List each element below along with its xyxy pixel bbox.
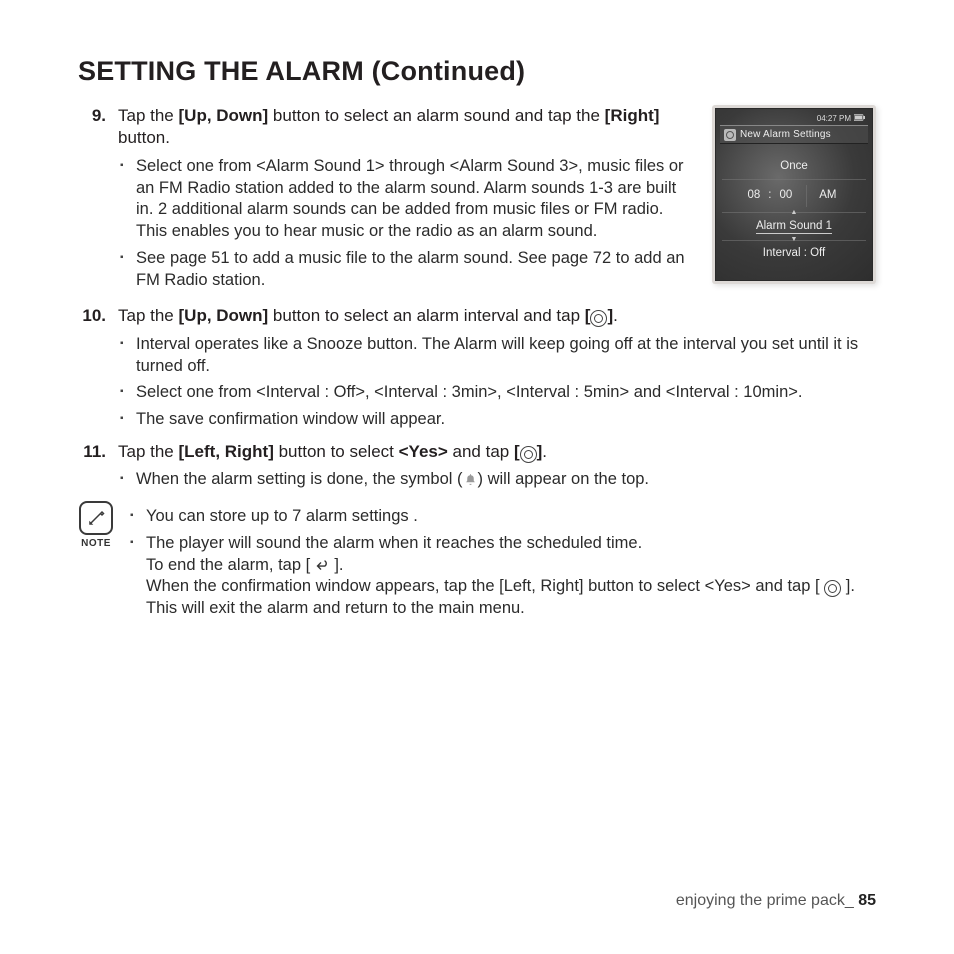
step-lead: Tap the [Up, Down] button to select an a… [118, 305, 876, 327]
page-title: SETTING THE ALARM (Continued) [78, 56, 876, 87]
step-lead: Tap the [Left, Right] button to select <… [118, 441, 876, 463]
select-button-icon [520, 446, 537, 463]
note-bullet: The player will sound the alarm when it … [128, 533, 876, 620]
step-9: 9. Tap the [Up, Down] button to select a… [78, 105, 876, 301]
step-bullet: Interval operates like a Snooze button. … [118, 334, 876, 378]
device-ampm: AM [806, 185, 848, 206]
step-lead: Tap the [Up, Down] button to select an a… [118, 106, 659, 147]
step-bullet: Select one from <Interval : Off>, <Inter… [118, 382, 876, 404]
step-bullet: See page 51 to add a music file to the a… [118, 248, 694, 292]
bell-icon [463, 472, 478, 487]
select-button-icon [590, 310, 607, 327]
device-screenshot: 04:27 PM New Alarm Settings Once [712, 105, 876, 284]
step-bullet: Select one from <Alarm Sound 1> through … [118, 156, 694, 243]
alarm-clock-icon [724, 129, 736, 141]
step-11: 11. Tap the [Left, Right] button to sele… [78, 441, 876, 491]
device-status-time: 04:27 PM [817, 114, 851, 125]
note-bullet: You can store up to 7 alarm settings . [128, 506, 876, 528]
note-block: NOTE You can store up to 7 alarm setting… [78, 501, 876, 630]
step-number: 10. [78, 305, 106, 327]
select-button-icon [824, 580, 841, 597]
battery-icon [854, 114, 866, 125]
footer-section: enjoying the prime pack_ [676, 892, 854, 909]
device-minute: 00 [771, 185, 800, 206]
device-hour: 08 [739, 185, 768, 206]
step-number: 9. [78, 105, 106, 127]
step-bullet: When the alarm setting is done, the symb… [118, 469, 876, 491]
page-footer: enjoying the prime pack_ 85 [676, 892, 876, 910]
step-number: 11. [78, 441, 106, 463]
back-icon [315, 558, 330, 573]
step-10: 10. Tap the [Up, Down] button to select … [78, 305, 876, 431]
device-sound-selected: Alarm Sound 1 [722, 213, 866, 241]
device-repeat: Once [722, 154, 866, 180]
note-label: NOTE [78, 537, 114, 550]
device-title: New Alarm Settings [740, 128, 831, 141]
step-bullet: The save confirmation window will appear… [118, 409, 876, 431]
page-number: 85 [858, 892, 876, 909]
note-icon [79, 501, 113, 535]
